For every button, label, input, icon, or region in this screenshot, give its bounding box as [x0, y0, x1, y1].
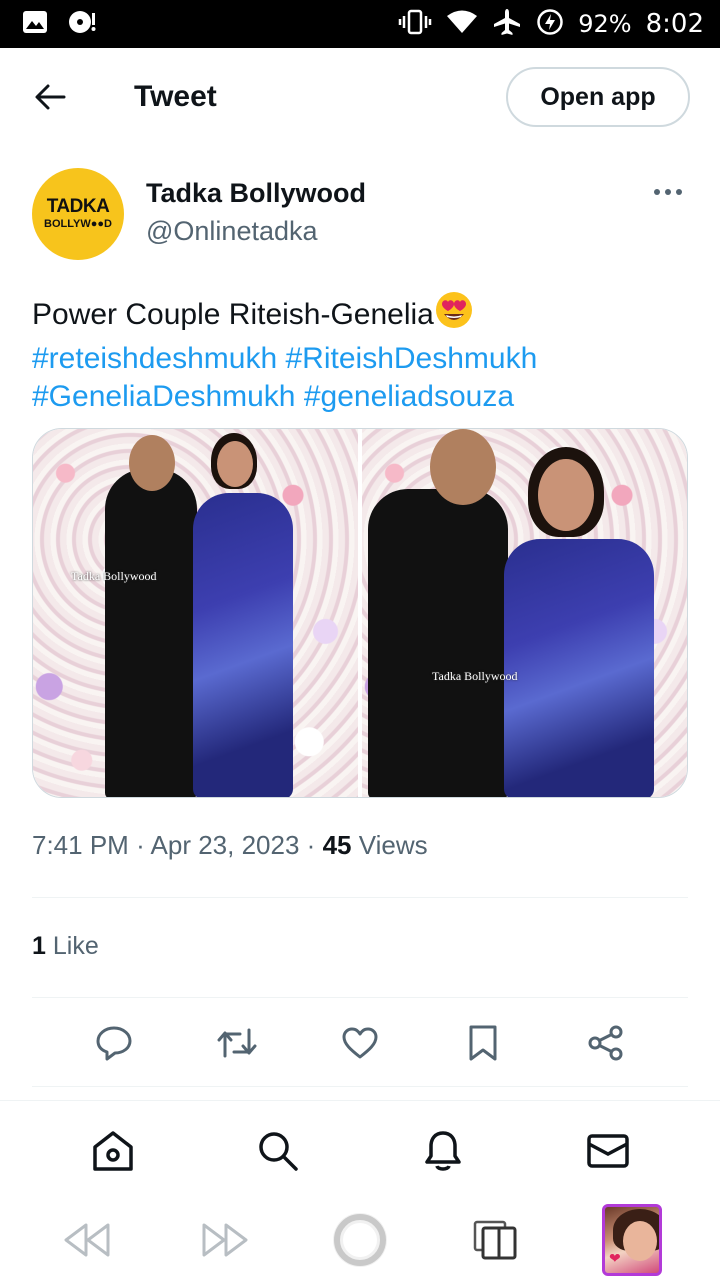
person-figure [193, 493, 293, 797]
retweet-button[interactable] [215, 1021, 259, 1065]
tabs-icon [473, 1220, 517, 1260]
home-icon [92, 1130, 133, 1171]
more-options-button[interactable] [650, 180, 686, 204]
media-icon [66, 9, 98, 40]
back-button[interactable] [30, 77, 70, 117]
meta-separator: · [136, 830, 145, 860]
tweet-meta: 7:41 PM · Apr 23, 2023 · 45 Views [32, 830, 428, 861]
tweet-photo-1[interactable]: Tadka Bollywood [33, 429, 358, 797]
nav-notifications[interactable] [419, 1127, 467, 1175]
profile-thumbnail-button[interactable]: ❤ [602, 1204, 662, 1276]
share-icon [588, 1025, 623, 1061]
bookmark-button[interactable] [461, 1021, 505, 1065]
tweet-photo-2[interactable]: Tadka Bollywood [362, 429, 687, 797]
mail-icon [586, 1133, 629, 1168]
meta-separator: · [306, 830, 316, 860]
person-figure [504, 539, 654, 797]
airplane-icon [492, 7, 522, 42]
vibrate-icon [398, 9, 432, 40]
thumbnail-face [623, 1221, 657, 1261]
share-button[interactable] [584, 1021, 628, 1065]
fast-forward-button[interactable] [194, 1210, 254, 1270]
person-head [129, 435, 175, 491]
nav-messages[interactable] [584, 1127, 632, 1175]
likes-label: Like [52, 932, 99, 960]
nav-search[interactable] [254, 1127, 302, 1175]
photo-watermark: Tadka Bollywood [71, 569, 157, 583]
person-figure [368, 489, 508, 797]
gallery-icon [22, 9, 48, 40]
page-title: Tweet [134, 80, 217, 113]
bookmark-icon [469, 1025, 497, 1061]
person-head [538, 459, 594, 531]
heart-eyes-emoji-icon [434, 290, 474, 340]
reply-button[interactable] [92, 1021, 136, 1065]
loading-button[interactable] [330, 1210, 390, 1270]
author-name[interactable]: Tadka Bollywood [146, 178, 366, 209]
views-count: 45 [322, 830, 352, 860]
battery-saver-icon [536, 8, 564, 41]
tabs-button[interactable] [466, 1210, 526, 1270]
divider [32, 997, 688, 998]
clock-time: 8:02 [645, 9, 704, 39]
hashtag-link[interactable]: #reteishdeshmukh [32, 342, 277, 375]
heart-icon [342, 1027, 378, 1059]
views-label: Views [358, 830, 428, 860]
tweet-media: Tadka Bollywood Tadka Bollywood [32, 428, 688, 798]
tweet-author: TADKA BOLLYW●●D Tadka Bollywood @Onlinet… [32, 168, 688, 264]
fast-forward-icon [202, 1223, 248, 1257]
tweet-actions [32, 1018, 688, 1068]
tweet-time[interactable]: 7:41 PM [32, 830, 129, 860]
nav-home[interactable] [89, 1127, 137, 1175]
hashtag-link[interactable]: #GeneliaDeshmukh [32, 380, 295, 413]
rewind-icon [64, 1223, 110, 1257]
tweet-text: Power Couple Riteish-Genelia #reteishdes… [32, 290, 692, 416]
hashtag-link[interactable]: #RiteishDeshmukh [286, 342, 538, 375]
divider [32, 897, 688, 898]
divider [32, 1086, 688, 1087]
person-head [217, 441, 253, 487]
avatar-logo-text: TADKA [46, 196, 110, 217]
bottom-navigation [0, 1100, 720, 1200]
bell-icon [424, 1130, 461, 1171]
browser-toolbar: ❤ [0, 1200, 720, 1280]
profile-thumbnail: ❤ [602, 1204, 662, 1276]
like-button[interactable] [338, 1021, 382, 1065]
reply-icon [96, 1026, 132, 1061]
search-icon [258, 1131, 298, 1171]
author-handle[interactable]: @Onlinetadka [146, 216, 318, 247]
status-bar: 92% 8:02 [0, 0, 720, 48]
likes-summary[interactable]: 1 Like [32, 932, 99, 961]
person-figure [105, 469, 197, 797]
rewind-button[interactable] [58, 1210, 118, 1270]
open-app-button[interactable]: Open app [506, 67, 690, 127]
loading-spinner-icon [333, 1213, 387, 1267]
tweet-body: Power Couple Riteish-Genelia [32, 298, 434, 331]
arrow-left-icon [35, 84, 66, 110]
likes-count: 1 [32, 932, 46, 960]
avatar-logo-subtext: BOLLYW●●D [44, 218, 112, 230]
tweet-header: Tweet Open app [0, 48, 720, 146]
photo-watermark: Tadka Bollywood [432, 669, 518, 683]
wifi-icon [446, 9, 478, 40]
hashtag-link[interactable]: #geneliadsouza [304, 380, 514, 413]
tweet-date[interactable]: Apr 23, 2023 [151, 830, 300, 860]
retweet-icon [217, 1028, 257, 1058]
more-horizontal-icon [654, 189, 682, 195]
avatar[interactable]: TADKA BOLLYW●●D [32, 168, 124, 260]
heart-icon: ❤ [609, 1250, 621, 1266]
battery-percent: 92% [578, 10, 632, 38]
person-head [430, 429, 496, 505]
